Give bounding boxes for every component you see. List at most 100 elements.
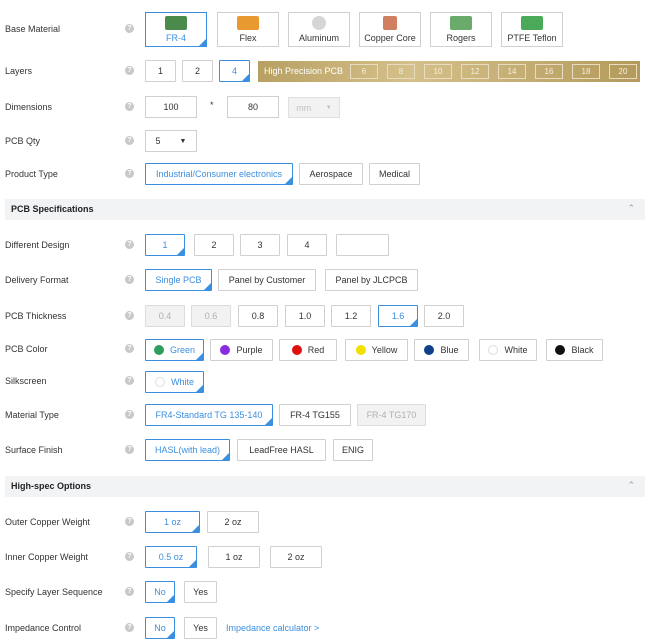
help-icon[interactable]: ? [125,275,134,284]
color-label: White [504,345,528,355]
pcb-qty-value: 5 [155,136,161,146]
blue-swatch-icon [424,345,435,355]
color-green[interactable]: Green [145,339,204,361]
material-flex[interactable]: Flex [217,12,279,47]
delivery-single-pcb[interactable]: Single PCB [145,269,212,291]
material-rogers[interactable]: Rogers [430,12,492,47]
layer-sequence-no[interactable]: No [145,581,175,603]
pcb-qty-label: PCB Qty [5,136,41,146]
color-blue[interactable]: Blue [414,339,469,361]
help-icon[interactable]: ? [125,66,134,75]
help-icon[interactable]: ? [125,344,134,353]
thickness-1-2[interactable]: 1.2 [331,305,371,327]
different-design-custom[interactable] [336,234,389,256]
pcb-qty-select[interactable]: 5 ▼ [145,130,197,152]
color-label: Black [571,345,594,355]
different-design-1[interactable]: 1 [145,234,185,256]
material-fr4-tg155[interactable]: FR-4 TG155 [279,404,351,426]
layers-option-6[interactable]: 6 [350,64,378,79]
outer-copper-1oz[interactable]: 1 oz [145,511,200,533]
layers-option-4[interactable]: 4 [219,60,250,82]
help-icon[interactable]: ? [125,552,134,561]
color-white[interactable]: White [479,339,537,361]
dimensions-label: Dimensions [5,102,53,112]
help-icon[interactable]: ? [125,623,134,632]
product-type-aerospace[interactable]: Aerospace [299,163,363,185]
thickness-0-4[interactable]: 0.4 [145,305,185,327]
material-fr4-tg170[interactable]: FR-4 TG170 [357,404,426,426]
pcb-thickness-label: PCB Thickness [5,311,67,321]
layers-option-14[interactable]: 14 [498,64,526,79]
impedance-no[interactable]: No [145,617,175,639]
black-swatch-icon [555,345,566,355]
finish-hasl-lead[interactable]: HASL(with lead) [145,439,230,461]
inner-copper-label: Inner Copper Weight [5,552,88,562]
layers-option-1[interactable]: 1 [145,60,176,82]
product-type-industrial[interactable]: Industrial/Consumer electronics [145,163,293,185]
product-type-medical[interactable]: Medical [369,163,420,185]
material-fr4-standard[interactable]: FR4-Standard TG 135-140 [145,404,273,426]
different-design-2[interactable]: 2 [194,234,234,256]
layers-option-10[interactable]: 10 [424,64,452,79]
chevron-up-icon[interactable]: ⌃ [627,480,635,491]
layers-option-12[interactable]: 12 [461,64,489,79]
thickness-0-8[interactable]: 0.8 [238,305,278,327]
section-title: High-spec Options [11,481,92,491]
inner-copper-0-5oz[interactable]: 0.5 oz [145,546,197,568]
material-fr4[interactable]: FR-4 [145,12,207,47]
impedance-calculator-link[interactable]: Impedance calculator > [226,623,319,633]
red-swatch-icon [291,345,302,355]
thickness-0-6[interactable]: 0.6 [191,305,231,327]
delivery-panel-jlcpcb[interactable]: Panel by JLCPCB [325,269,418,291]
thickness-2-0[interactable]: 2.0 [424,305,464,327]
dimension-height-input[interactable]: 80 [227,96,279,118]
dimension-separator: * [210,100,214,110]
help-icon[interactable]: ? [125,102,134,111]
pcb-specifications-header[interactable]: PCB Specifications ⌃ [5,199,645,220]
layers-option-16[interactable]: 16 [535,64,563,79]
material-ptfe-teflon[interactable]: PTFE Teflon [501,12,563,47]
thickness-1-0[interactable]: 1.0 [285,305,325,327]
material-label: Copper Core [364,33,416,43]
dimension-width-input[interactable]: 100 [145,96,197,118]
unit-value: mm [296,102,312,113]
finish-leadfree-hasl[interactable]: LeadFree HASL [237,439,326,461]
help-icon[interactable]: ? [125,376,134,385]
thickness-1-6[interactable]: 1.6 [378,305,418,327]
impedance-yes[interactable]: Yes [184,617,217,639]
help-icon[interactable]: ? [125,169,134,178]
color-red[interactable]: Red [279,339,337,361]
color-yellow[interactable]: Yellow [345,339,408,361]
help-icon[interactable]: ? [125,410,134,419]
help-icon[interactable]: ? [125,24,134,33]
help-icon[interactable]: ? [125,240,134,249]
base-material-label: Base Material [5,24,61,34]
layer-sequence-yes[interactable]: Yes [184,581,217,603]
material-aluminum[interactable]: Aluminum [288,12,350,47]
chevron-up-icon[interactable]: ⌃ [627,203,635,214]
help-icon[interactable]: ? [125,311,134,320]
help-icon[interactable]: ? [125,517,134,526]
help-icon[interactable]: ? [125,587,134,596]
layers-label: Layers [5,66,33,76]
outer-copper-2oz[interactable]: 2 oz [207,511,259,533]
help-icon[interactable]: ? [125,445,134,454]
finish-enig[interactable]: ENIG [333,439,373,461]
different-design-3[interactable]: 3 [240,234,280,256]
layers-option-18[interactable]: 18 [572,64,600,79]
layers-option-20[interactable]: 20 [609,64,637,79]
material-copper-core[interactable]: Copper Core [359,12,421,47]
surface-finish-label: Surface Finish [5,445,63,455]
inner-copper-2oz[interactable]: 2 oz [270,546,322,568]
layers-option-8[interactable]: 8 [387,64,415,79]
unit-select[interactable]: mm ▼ [288,97,340,118]
high-spec-options-header[interactable]: High-spec Options ⌃ [5,476,645,497]
delivery-panel-customer[interactable]: Panel by Customer [218,269,316,291]
layers-option-2[interactable]: 2 [182,60,213,82]
different-design-4[interactable]: 4 [287,234,327,256]
color-black[interactable]: Black [546,339,603,361]
help-icon[interactable]: ? [125,136,134,145]
color-purple[interactable]: Purple [210,339,273,361]
inner-copper-1oz[interactable]: 1 oz [208,546,260,568]
silkscreen-white[interactable]: White [145,371,204,393]
